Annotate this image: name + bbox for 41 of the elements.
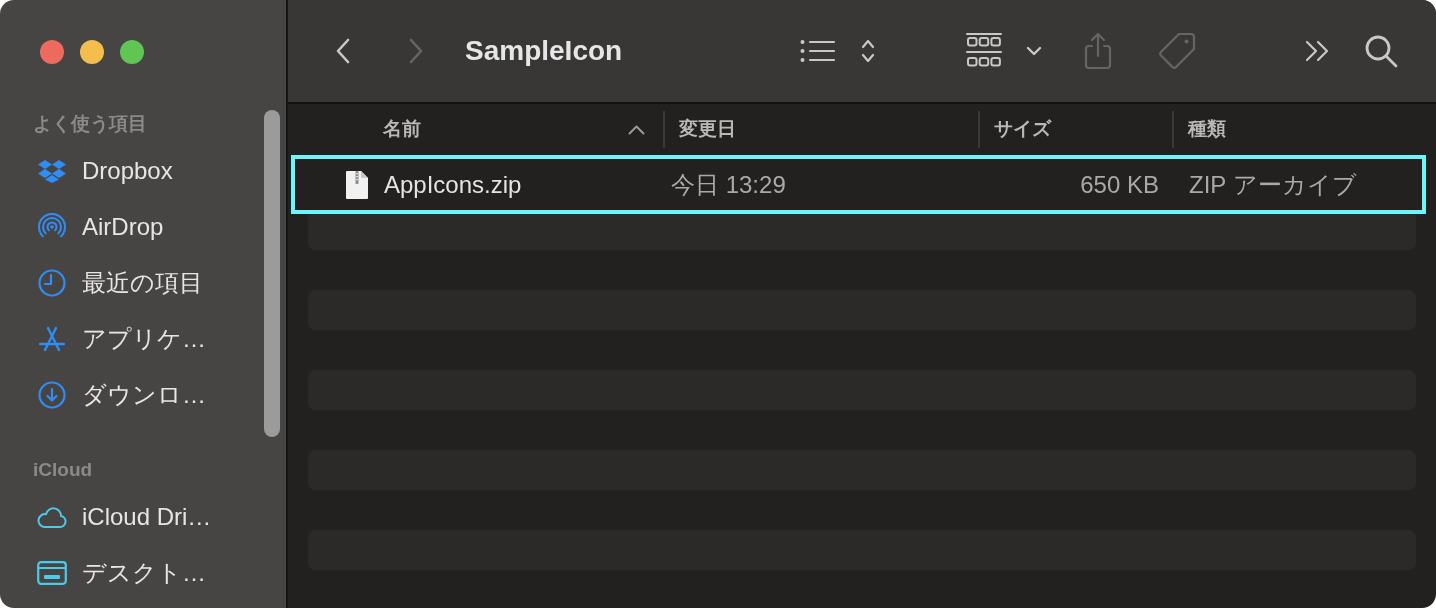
cloud-icon	[36, 506, 68, 528]
zoom-button[interactable]	[120, 40, 144, 64]
zip-file-icon	[345, 169, 369, 200]
sidebar-section-heading: iCloud	[33, 458, 93, 482]
sidebar-item[interactable]: AirDrop	[20, 199, 255, 255]
close-button[interactable]	[40, 40, 64, 64]
sidebar-item[interactable]: 最近の項目	[20, 255, 255, 311]
sidebar-item[interactable]: デスクト…	[20, 545, 255, 601]
share-icon	[1083, 32, 1113, 70]
search-icon	[1364, 34, 1398, 68]
window-title: SampleIcon	[465, 34, 623, 68]
sidebar-section-heading: よく使う項目	[33, 112, 147, 136]
double-chevron-icon	[1305, 40, 1331, 62]
diamond-box-icon	[38, 159, 66, 183]
updown-chevron-icon	[861, 38, 875, 64]
file-size: 650 KB	[1080, 169, 1159, 200]
sort-caret-icon	[628, 124, 645, 135]
scrollbar-thumb[interactable]	[264, 110, 280, 437]
grid-icon	[966, 32, 1002, 70]
sidebar-item[interactable]: iCloud Dri…	[20, 489, 255, 545]
column-header[interactable]: 名前	[288, 111, 663, 148]
sidebar-item[interactable]: Dropbox	[20, 143, 255, 199]
column-header[interactable]: 種類	[1172, 111, 1436, 148]
download-icon	[38, 381, 66, 409]
clock-icon	[38, 269, 66, 297]
tag-icon	[1157, 31, 1197, 71]
modified-date: 今日 13:29	[671, 169, 786, 200]
minimize-button[interactable]	[80, 40, 104, 64]
chevron-right-icon	[409, 38, 423, 64]
screen-icon	[37, 561, 67, 585]
chevron-down-icon	[1026, 46, 1042, 56]
sidebar-item[interactable]: ダウンロ…	[20, 367, 255, 423]
column-header[interactable]: 変更日	[663, 111, 978, 148]
chevron-left-icon	[336, 38, 350, 64]
file-kind: ZIP アーカイブ	[1189, 169, 1357, 200]
file-row[interactable]: AppIcons.zip 今日 13:29 650 KB ZIP アーカイブ	[291, 155, 1426, 214]
a-shape-icon	[38, 326, 66, 352]
column-header[interactable]: サイズ	[978, 111, 1172, 148]
list-icon	[800, 39, 836, 63]
sidebar-item[interactable]: アプリケ…	[20, 311, 255, 367]
file-name: AppIcons.zip	[384, 169, 522, 200]
